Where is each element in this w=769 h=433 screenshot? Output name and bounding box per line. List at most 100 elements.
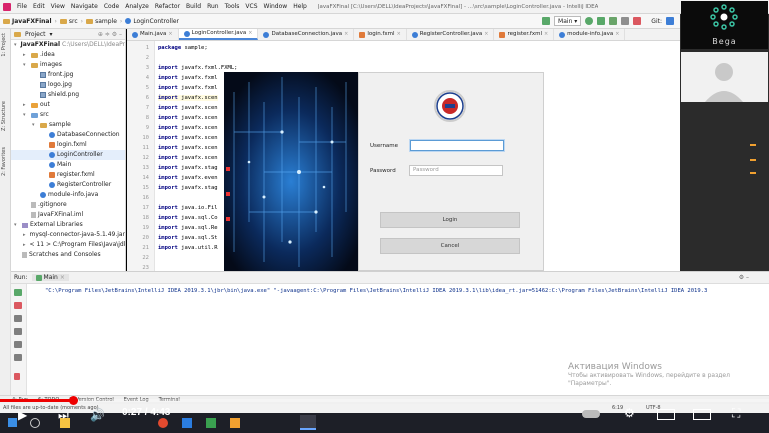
cancel-button[interactable]: Cancel bbox=[380, 238, 520, 254]
exit-icon[interactable] bbox=[14, 328, 22, 335]
profile-icon[interactable] bbox=[621, 17, 630, 25]
next-icon[interactable]: ⏭ bbox=[58, 408, 69, 422]
hammer-icon[interactable] bbox=[542, 17, 551, 25]
tree-item[interactable]: ▾ src bbox=[11, 110, 125, 120]
menu-help[interactable]: Help bbox=[290, 3, 310, 10]
close-icon[interactable]: × bbox=[60, 274, 65, 281]
login-button[interactable]: Login bbox=[380, 212, 520, 228]
menu-analyze[interactable]: Analyze bbox=[122, 3, 152, 10]
video-progress-handle[interactable] bbox=[69, 396, 78, 405]
project-tool-button[interactable]: 1: Project bbox=[1, 33, 7, 57]
tree-item[interactable]: ▸ < 11 > C:\Program Files\Java\jdk bbox=[11, 240, 125, 250]
tree-item[interactable]: DatabaseConnection bbox=[11, 130, 125, 140]
rerun-icon[interactable] bbox=[14, 289, 22, 296]
close-tab-icon[interactable]: × bbox=[397, 29, 401, 40]
chevron-right-icon[interactable]: ▸ bbox=[23, 240, 26, 250]
run-config-tab[interactable]: Main × bbox=[31, 274, 69, 281]
tree-item[interactable]: ▾JavaFXFinalC:\Users\DELL\IdeaProjects\J… bbox=[11, 40, 125, 50]
breadcrumb-logincontroller[interactable]: LoginController bbox=[122, 18, 182, 25]
print-icon[interactable] bbox=[14, 373, 20, 380]
tree-item[interactable]: logo.jpg bbox=[11, 80, 125, 90]
search-icon[interactable] bbox=[30, 418, 40, 428]
chevron-down-icon[interactable]: ▾ bbox=[23, 60, 29, 70]
word-icon[interactable] bbox=[182, 418, 192, 428]
tree-item[interactable]: LoginController bbox=[11, 150, 125, 160]
chevron-down-icon[interactable]: ▾ bbox=[23, 110, 29, 120]
structure-tool-button[interactable]: Z: Structure bbox=[1, 101, 7, 131]
chevron-down-icon[interactable]: ▾ bbox=[32, 120, 38, 130]
password-field[interactable]: Password bbox=[409, 165, 503, 176]
cursor-position[interactable]: 6:19 bbox=[612, 404, 623, 413]
close-tab-icon[interactable]: × bbox=[544, 29, 548, 40]
tree-item[interactable]: Scratches and Consoles bbox=[11, 250, 125, 260]
miniplayer-icon[interactable] bbox=[657, 409, 675, 420]
chevron-right-icon[interactable]: ▸ bbox=[23, 100, 29, 110]
rerun-icon[interactable] bbox=[585, 17, 594, 25]
autoplay-toggle[interactable] bbox=[582, 410, 600, 418]
menu-navigate[interactable]: Navigate bbox=[68, 3, 101, 10]
tree-item[interactable]: front.jpg bbox=[11, 70, 125, 80]
pin-icon[interactable] bbox=[14, 341, 22, 348]
chevron-down-icon[interactable]: ▾ bbox=[14, 40, 17, 50]
close-tab-icon[interactable]: × bbox=[248, 28, 252, 39]
layout-icon[interactable] bbox=[14, 354, 22, 361]
tree-item[interactable]: ▸ mysql-connector-java-5.1.49.jar bbox=[11, 230, 125, 240]
close-tab-icon[interactable]: × bbox=[615, 29, 619, 40]
project-view-select[interactable]: Project bbox=[25, 31, 46, 38]
volume-icon[interactable]: 🔊 bbox=[90, 408, 105, 422]
menu-code[interactable]: Code bbox=[101, 3, 122, 10]
coverage-icon[interactable] bbox=[609, 17, 618, 25]
menu-vcs[interactable]: VCS bbox=[242, 3, 260, 10]
git-update-icon[interactable] bbox=[666, 17, 674, 25]
excel-icon[interactable] bbox=[206, 418, 216, 428]
settings-icon[interactable]: ⚙ bbox=[624, 406, 635, 420]
username-field[interactable] bbox=[410, 140, 504, 151]
tree-item[interactable]: ▸ .idea bbox=[11, 50, 125, 60]
menu-refactor[interactable]: Refactor bbox=[152, 3, 183, 10]
tree-item[interactable]: ▸ out bbox=[11, 100, 125, 110]
chevron-right-icon[interactable]: ▸ bbox=[23, 50, 29, 60]
tree-item[interactable]: ▾ images bbox=[11, 60, 125, 70]
menu-view[interactable]: View bbox=[48, 3, 68, 10]
tree-item[interactable]: module-info.java bbox=[11, 190, 125, 200]
editor-tab[interactable]: RegisterController.java × bbox=[407, 29, 495, 40]
editor-tab[interactable]: LoginController.java × bbox=[178, 28, 259, 40]
editor-tab[interactable]: module-info.java × bbox=[554, 29, 626, 40]
editor-tab[interactable]: register.fxml × bbox=[494, 29, 555, 40]
menu-file[interactable]: File bbox=[14, 3, 30, 10]
menu-window[interactable]: Window bbox=[261, 3, 291, 10]
breadcrumb-sample[interactable]: sample bbox=[83, 18, 120, 25]
fullscreen-icon[interactable]: ⛶ bbox=[732, 406, 740, 420]
menu-edit[interactable]: Edit bbox=[30, 3, 48, 10]
breadcrumb-src[interactable]: src bbox=[57, 18, 81, 25]
tree-item[interactable]: ▾ External Libraries bbox=[11, 220, 125, 230]
tree-item[interactable]: RegisterController bbox=[11, 180, 125, 190]
editor-tab[interactable]: DatabaseConnection.java × bbox=[258, 29, 355, 40]
close-tab-icon[interactable]: × bbox=[484, 29, 488, 40]
app-icon[interactable] bbox=[230, 418, 240, 428]
editor-tab[interactable]: Main.java × bbox=[127, 29, 179, 40]
debug-icon[interactable] bbox=[597, 17, 606, 25]
chevron-down-icon[interactable]: ▾ bbox=[50, 31, 53, 38]
play-icon[interactable]: ▶ bbox=[18, 408, 27, 422]
tree-item[interactable]: .gitignore bbox=[11, 200, 125, 210]
tree-item[interactable]: JavaFXFinal.iml bbox=[11, 210, 125, 220]
intellij-taskbar-icon[interactable] bbox=[300, 415, 316, 430]
favorites-tool-button[interactable]: 2: Favorites bbox=[1, 147, 7, 176]
menu-build[interactable]: Build bbox=[183, 3, 204, 10]
close-tab-icon[interactable]: × bbox=[344, 29, 348, 40]
close-tab-icon[interactable]: × bbox=[168, 29, 172, 40]
chevron-right-icon[interactable]: ▸ bbox=[23, 230, 26, 240]
camera-icon[interactable] bbox=[14, 315, 22, 322]
tree-item[interactable]: register.fxml bbox=[11, 170, 125, 180]
tree-item[interactable]: login.fxml bbox=[11, 140, 125, 150]
stop-icon[interactable] bbox=[14, 302, 22, 309]
start-icon[interactable] bbox=[8, 418, 17, 427]
tree-item[interactable]: ▾ sample bbox=[11, 120, 125, 130]
editor-tab[interactable]: login.fxml × bbox=[354, 29, 407, 40]
settings-icon[interactable]: ⚙ – bbox=[739, 274, 749, 281]
menu-run[interactable]: Run bbox=[204, 3, 222, 10]
tree-item[interactable]: Main bbox=[11, 160, 125, 170]
theater-mode-icon[interactable] bbox=[693, 409, 711, 420]
breadcrumb-project[interactable]: JavaFXFinal bbox=[0, 18, 55, 25]
